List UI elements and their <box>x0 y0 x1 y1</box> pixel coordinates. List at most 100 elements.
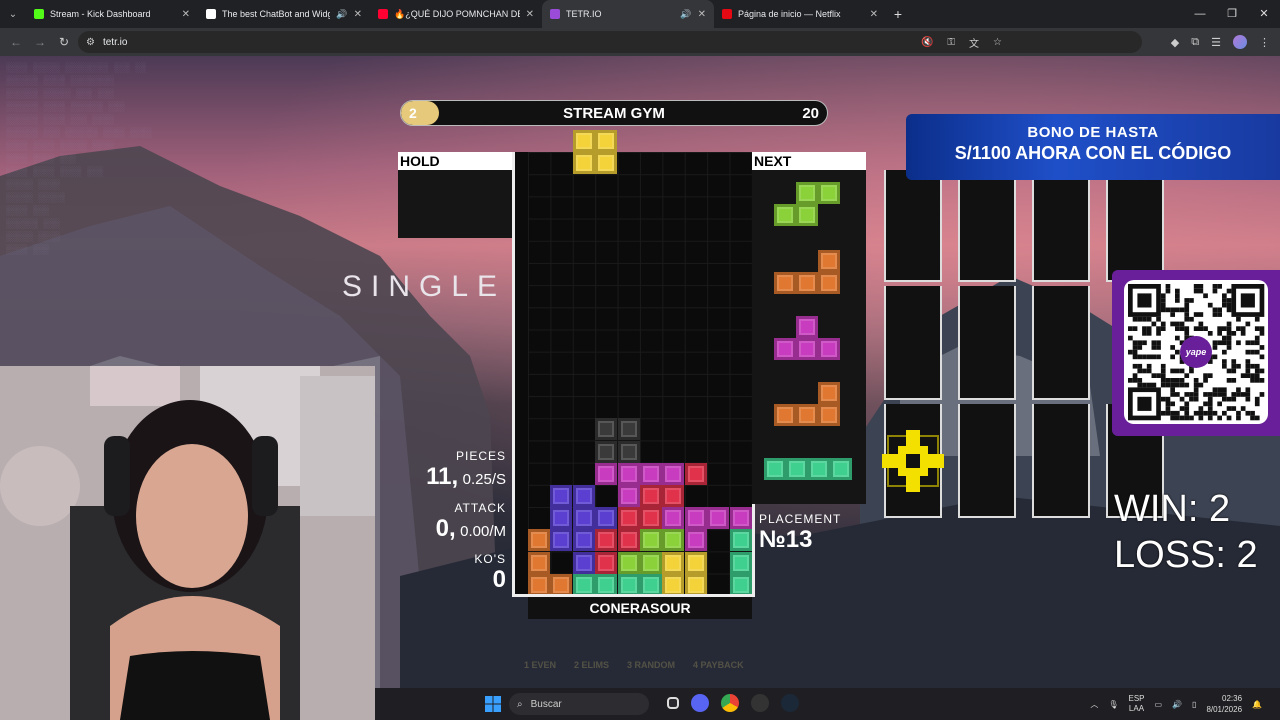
profile-avatar[interactable] <box>1233 35 1247 49</box>
network-icon[interactable]: ▭ <box>1155 700 1163 709</box>
tab-audio-icon[interactable]: 🔊 <box>336 9 347 20</box>
hotkey-label[interactable]: 2 ELIMS <box>574 660 609 670</box>
tab-search-icon[interactable]: ⌄ <box>0 0 26 28</box>
hotkey-label[interactable]: 1 EVEN <box>524 660 556 670</box>
qr-module <box>1254 396 1260 402</box>
qr-module <box>1254 335 1260 341</box>
board-cell <box>617 418 640 441</box>
qr-module <box>1151 382 1157 388</box>
volume-icon[interactable]: 🔊 <box>1172 700 1182 709</box>
browser-tab[interactable]: TETR.IO 🔊 ✕ <box>542 0 714 28</box>
qr-module <box>1184 307 1190 313</box>
browser-tab[interactable]: Stream - Kick Dashboard ✕ <box>26 0 198 28</box>
qr-module <box>1231 331 1237 336</box>
extensions-puzzle-icon[interactable]: ⧉ <box>1191 36 1199 49</box>
url-field[interactable]: ⚙ tetr.io 🔇 ⚿ 文 ☆ <box>78 31 1142 53</box>
language-indicator[interactable]: ESP LAA <box>1128 694 1144 714</box>
forward-icon[interactable]: → <box>28 35 52 49</box>
windows-start-icon[interactable] <box>485 696 501 712</box>
hotkey-label[interactable]: 4 PAYBACK <box>693 660 744 670</box>
attack-label: ATTACK <box>454 501 506 515</box>
board-cell <box>617 440 640 463</box>
tab-close-icon[interactable]: ✕ <box>182 9 190 20</box>
qr-module <box>1137 363 1143 369</box>
qr-module <box>1184 410 1190 416</box>
steam-icon[interactable] <box>781 694 799 712</box>
qr-module <box>1142 326 1147 331</box>
qr-module <box>1231 396 1237 402</box>
tab-bar: ⌄ Stream - Kick Dashboard ✕ The best ChatB… <box>0 0 1280 28</box>
chrome-icon[interactable] <box>721 694 739 712</box>
tab-favicon-icon <box>34 9 44 19</box>
browser-tab[interactable]: Página de inicio — Netflix ✕ <box>714 0 886 28</box>
microphone-icon[interactable]: 🎙 <box>1108 700 1118 709</box>
tray-overflow-icon[interactable]: ︿ <box>1090 699 1098 710</box>
back-icon[interactable]: ← <box>4 35 28 49</box>
opponent-board <box>884 286 942 400</box>
tab-audio-icon[interactable]: 🔊 <box>680 9 691 20</box>
qr-module <box>1236 415 1241 421</box>
mute-tab-icon[interactable]: 🔇 <box>921 37 933 48</box>
qr-module <box>1193 326 1199 331</box>
bookmark-star-icon[interactable]: ☆ <box>993 37 1002 48</box>
battery-icon[interactable]: ▯ <box>1192 700 1196 709</box>
restore-icon[interactable]: ❐ <box>1216 0 1248 28</box>
browser-tab[interactable]: 🔥¿QUÉ DIJO POMNCHAN DE ✕ <box>370 0 542 28</box>
qr-module <box>1151 321 1157 327</box>
placement-value: №13 <box>759 526 813 553</box>
minimize-icon[interactable]: — <box>1184 0 1216 28</box>
qr-module <box>1137 368 1143 374</box>
progress-goal: 20 <box>802 105 819 122</box>
site-info-icon[interactable]: ⚙ <box>86 37 95 48</box>
reading-list-icon[interactable]: ☰ <box>1211 36 1221 49</box>
qr-module <box>1207 331 1213 336</box>
qr-module <box>1254 316 1260 322</box>
qr-module <box>1132 345 1138 350</box>
discord-icon[interactable] <box>691 694 709 712</box>
qr-module <box>1203 326 1208 331</box>
qr-module <box>1151 345 1157 350</box>
close-window-icon[interactable]: ✕ <box>1248 0 1280 28</box>
board-cell <box>528 573 550 596</box>
progress-title: STREAM GYM <box>563 105 665 122</box>
url-text[interactable]: tetr.io <box>103 37 127 48</box>
translate-icon[interactable]: 文 <box>969 35 979 50</box>
reload-icon[interactable]: ↻ <box>52 35 76 49</box>
qr-module <box>1179 396 1185 402</box>
qr-module <box>1222 293 1227 299</box>
obs-icon[interactable] <box>751 694 769 712</box>
board-cell <box>595 418 618 441</box>
qr-module <box>1193 378 1199 383</box>
qr-module <box>1254 326 1260 331</box>
qr-module <box>1207 302 1213 308</box>
clock[interactable]: 02:36 8/01/2026 <box>1206 693 1242 715</box>
qr-module <box>1175 335 1180 341</box>
tab-close-icon[interactable]: ✕ <box>354 9 362 20</box>
qr-finder <box>1137 293 1152 308</box>
extension-icon[interactable]: ◆ <box>1171 36 1179 49</box>
tab-close-icon[interactable]: ✕ <box>870 9 878 20</box>
qr-module <box>1156 326 1161 331</box>
qr-module <box>1212 312 1218 317</box>
hotkey-label[interactable]: 3 RANDOM <box>627 660 675 670</box>
qr-module <box>1212 354 1218 360</box>
qr-module <box>1179 415 1185 421</box>
menu-kebab-icon[interactable]: ⋮ <box>1259 36 1270 49</box>
tab-close-icon[interactable]: ✕ <box>526 9 534 20</box>
notifications-icon[interactable]: 🔔 <box>1252 700 1262 709</box>
qr-module <box>1212 387 1218 393</box>
board-cell <box>617 462 640 485</box>
tab-close-icon[interactable]: ✕ <box>698 9 706 20</box>
new-tab-button[interactable]: + <box>886 6 910 22</box>
qr-module <box>1198 410 1204 416</box>
qr-module <box>1207 410 1213 416</box>
taskbar-search[interactable]: ⌕ Buscar <box>509 693 649 715</box>
qr-module <box>1175 368 1180 374</box>
qr-module <box>1175 321 1180 327</box>
qr-module <box>1226 396 1232 402</box>
qr-module <box>1151 340 1157 346</box>
browser-tab[interactable]: The best ChatBot and Widg 🔊 ✕ <box>198 0 370 28</box>
password-key-icon[interactable]: ⚿ <box>947 37 955 48</box>
task-view-icon[interactable] <box>667 697 679 709</box>
next-piece-cell <box>774 404 796 426</box>
